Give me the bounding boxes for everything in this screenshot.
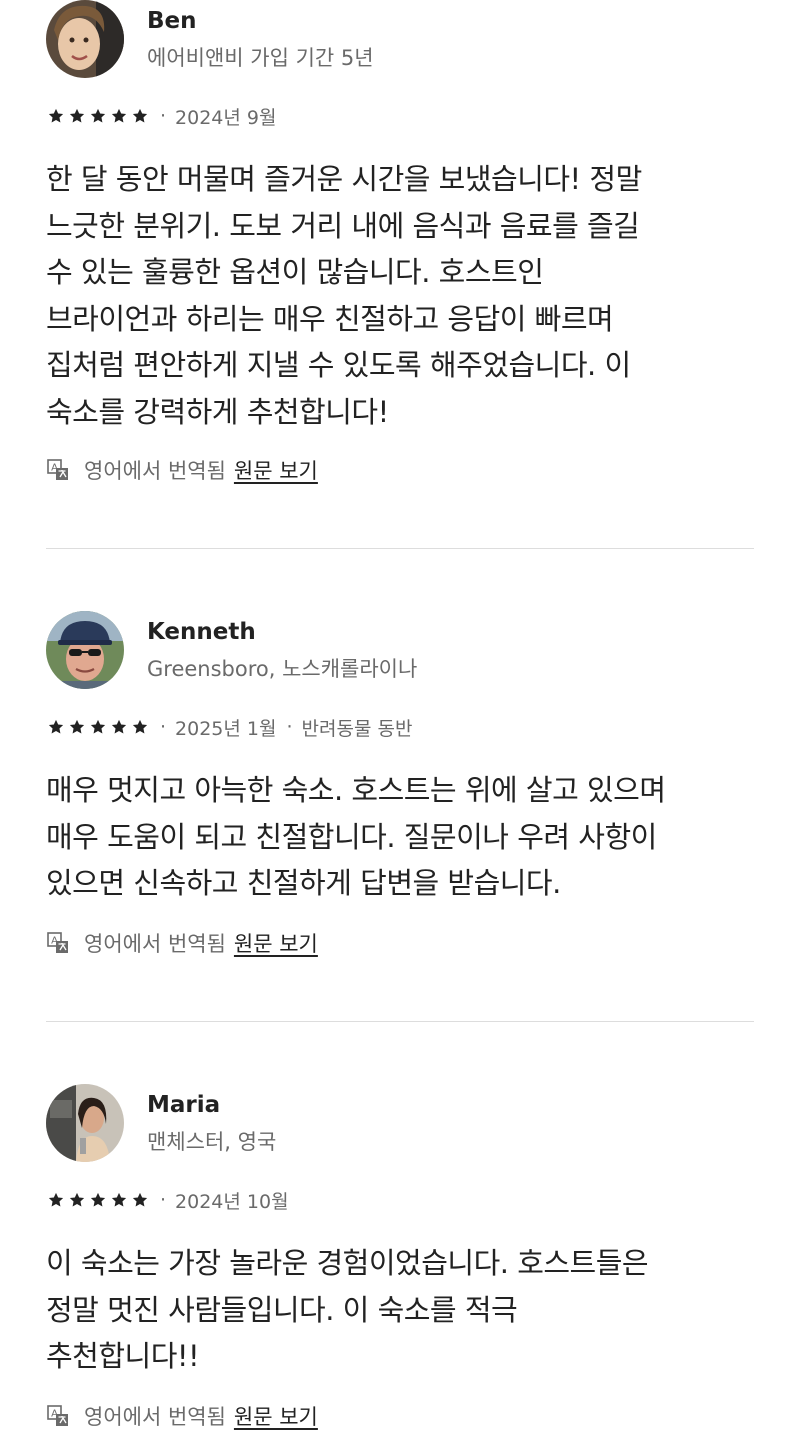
review-body: 이 숙소는 가장 놀라운 경험이었습니다. 호스트들은 정말 멋진 사람들입니다… [46, 1240, 756, 1380]
star-icon [111, 108, 127, 123]
star-icon [69, 1192, 85, 1207]
star-icon [132, 719, 148, 734]
review-body: 한 달 동안 머물며 즐거운 시간을 보냈습니다! 정말 느긋한 분위기. 도보… [46, 156, 756, 435]
translation-row: A 영어에서 번역됨 원문 보기 [46, 929, 318, 957]
star-rating [46, 1191, 150, 1209]
translate-icon: A [47, 1405, 68, 1426]
translated-note: 영어에서 번역됨 [84, 459, 226, 483]
review-body-line: 정말 멋진 사람들입니다. 이 숙소를 적극 [46, 1292, 518, 1327]
star-icon [48, 108, 64, 123]
view-original-link[interactable]: 원문 보기 [234, 928, 318, 958]
translate-icon: A [47, 932, 68, 953]
reviewer-subtitle: 맨체스터, 영국 [147, 1130, 277, 1154]
review-body-line: 추천합니다!! [46, 1339, 200, 1373]
reviewer-name: Kenneth [147, 619, 256, 645]
meta-separator: · [286, 716, 293, 738]
review-date: 2024년 10월 [175, 1190, 289, 1213]
star-icon [111, 1192, 127, 1207]
reviewer-header: Kenneth Greensboro, 노스캐롤라이나 [46, 611, 756, 691]
review-body-line: 매우 멋지고 아늑한 숙소. 호스트는 위에 살고 있으며 [46, 773, 666, 807]
reviewer-header: Ben 에어비앤비 가입 기간 5년 [46, 0, 756, 80]
star-icon [132, 108, 148, 123]
review-body-line: 브라이언과 하리는 매우 친절하고 응답이 빠르며 [46, 301, 614, 336]
review-body-line: 느긋한 분위기. 도보 거리 내에 음식과 음료를 즐길 [46, 208, 640, 243]
translation-row: A 영어에서 번역됨 원문 보기 [46, 456, 318, 484]
review-meta: · 2025년 1월 · 반려동물 동반 [46, 713, 412, 741]
star-rating [46, 718, 150, 736]
review-divider [46, 548, 754, 549]
review-body-line: 집처럼 편안하게 지낼 수 있도록 해주었습니다. 이 [46, 348, 631, 382]
review-card: Ben 에어비앤비 가입 기간 5년 · 2024년 9월 한 달 동안 머물며… [46, 0, 756, 483]
star-icon [48, 1192, 64, 1207]
star-icon [69, 719, 85, 734]
review-divider [46, 1021, 754, 1022]
star-icon [132, 1192, 148, 1207]
reviewer-name: Ben [147, 8, 197, 34]
translated-note: 영어에서 번역됨 [84, 932, 226, 956]
review-card: Kenneth Greensboro, 노스캐롤라이나 · 2025년 1월 ·… [46, 611, 756, 956]
translation-row: A 영어에서 번역됨 원문 보기 [46, 1402, 318, 1430]
review-body-line: 한 달 동안 머물며 즐거운 시간을 보냈습니다! 정말 [46, 162, 642, 196]
review-body-line: 매우 도움이 되고 친절합니다. 질문이나 우려 사항이 [46, 819, 657, 854]
review-body: 매우 멋지고 아늑한 숙소. 호스트는 위에 살고 있으며 매우 도움이 되고 … [46, 767, 756, 907]
star-icon [90, 719, 106, 734]
view-original-link[interactable]: 원문 보기 [234, 455, 318, 485]
review-tag: 반려동물 동반 [301, 717, 413, 740]
star-icon [48, 719, 64, 734]
star-icon [90, 1192, 106, 1207]
star-icon [111, 719, 127, 734]
reviewer-avatar[interactable] [46, 1084, 124, 1162]
review-meta: · 2024년 10월 [46, 1186, 289, 1214]
meta-separator: · [160, 105, 167, 127]
review-card: Maria 맨체스터, 영국 · 2024년 10월 이 숙소는 가장 놀라운 … [46, 1084, 756, 1429]
reviewer-name: Maria [147, 1092, 221, 1118]
review-body-line: 수 있는 훌륭한 옵션이 많습니다. 호스트인 [46, 255, 544, 289]
review-date: 2025년 1월 [175, 717, 277, 740]
star-icon [69, 108, 85, 123]
review-body-line: 이 숙소는 가장 놀라운 경험이었습니다. 호스트들은 [46, 1246, 649, 1280]
reviewer-avatar[interactable] [46, 0, 124, 78]
translated-note: 영어에서 번역됨 [84, 1405, 226, 1429]
reviewer-avatar[interactable] [46, 611, 124, 689]
meta-separator: · [160, 1189, 167, 1211]
review-date: 2024년 9월 [175, 106, 277, 129]
translate-icon: A [47, 459, 68, 480]
reviewer-subtitle: 에어비앤비 가입 기간 5년 [147, 46, 374, 70]
star-icon [90, 108, 106, 123]
review-body-line: 숙소를 강력하게 추천합니다! [46, 394, 389, 429]
reviewer-header: Maria 맨체스터, 영국 [46, 1084, 756, 1164]
reviewer-subtitle: Greensboro, 노스캐롤라이나 [147, 657, 418, 681]
review-body-line: 있으면 신속하고 친절하게 답변을 받습니다. [46, 866, 561, 900]
view-original-link[interactable]: 원문 보기 [234, 1401, 318, 1431]
review-meta: · 2024년 9월 [46, 102, 277, 130]
meta-separator: · [160, 716, 167, 738]
star-rating [46, 107, 150, 125]
